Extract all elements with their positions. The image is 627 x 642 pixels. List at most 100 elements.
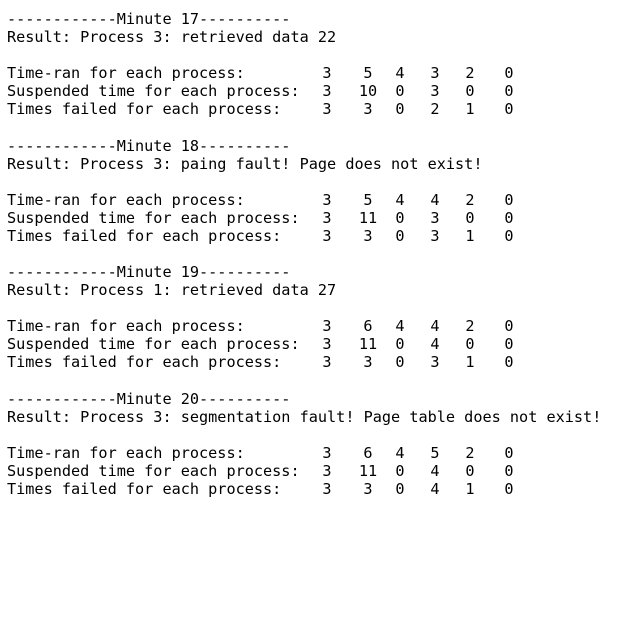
process-value: 0 — [504, 353, 514, 371]
process-value: 0 — [504, 443, 514, 462]
process-value: 3 — [322, 479, 332, 498]
process-value: 3 — [322, 317, 332, 335]
time-ran-row: Time-ran for each process: 3 6 4 5 2 0 — [7, 444, 514, 462]
process-value: 0 — [504, 335, 514, 353]
process-value: 0 — [465, 82, 475, 100]
process-value: 3 — [322, 335, 332, 353]
minute-block: ------------Minute 17---------- Result: … — [7, 10, 623, 137]
times-failed-row: Times failed for each process: 3 3 0 3 1… — [7, 227, 514, 245]
process-value: 3 — [430, 82, 440, 100]
process-value: 0 — [395, 82, 405, 100]
suspended-time-row: Suspended time for each process: 3 11 0 … — [7, 462, 514, 480]
row-label: Time-ran for each process: — [7, 317, 245, 335]
times-failed-row: Times failed for each process: 3 3 0 2 1… — [7, 100, 514, 118]
process-value: 0 — [504, 317, 514, 335]
process-value: 4 — [430, 479, 440, 498]
process-value: 0 — [395, 226, 405, 245]
process-value: 1 — [465, 353, 475, 371]
row-label: Times failed for each process: — [7, 479, 282, 498]
process-value: 0 — [504, 190, 514, 209]
row-label: Suspended time for each process: — [7, 335, 300, 353]
row-label: Time-ran for each process: — [7, 443, 245, 462]
process-value: 0 — [465, 208, 475, 227]
times-failed-row: Times failed for each process: 3 3 0 4 1… — [7, 480, 514, 498]
process-value: 3 — [430, 208, 440, 227]
result-line: Result: Process 1: retrieved data 27 — [7, 281, 337, 299]
process-value: 2 — [465, 190, 475, 209]
process-value: 3 — [430, 226, 440, 245]
process-value: 0 — [504, 226, 514, 245]
process-value: 3 — [322, 208, 332, 227]
terminal-output: ------------Minute 17---------- Result: … — [7, 10, 623, 516]
row-label: Time-ran for each process: — [7, 64, 245, 82]
process-value: 10 — [358, 82, 378, 100]
process-value: 0 — [465, 335, 475, 353]
time-ran-row: Time-ran for each process: 3 5 4 4 2 0 — [7, 191, 514, 209]
minute-header: ------------Minute 17---------- — [7, 10, 291, 28]
process-value: 0 — [504, 64, 514, 82]
process-value: 3 — [322, 190, 332, 209]
process-value: 4 — [430, 461, 440, 480]
process-value: 3 — [363, 353, 373, 371]
process-value: 3 — [363, 479, 373, 498]
process-value: 1 — [465, 100, 475, 118]
process-value: 2 — [465, 64, 475, 82]
process-value: 3 — [322, 443, 332, 462]
minute-header: ------------Minute 19---------- — [7, 263, 291, 281]
process-value: 0 — [395, 335, 405, 353]
result-line: Result: Process 3: retrieved data 22 — [7, 28, 337, 46]
process-value: 0 — [504, 82, 514, 100]
process-value: 6 — [363, 443, 373, 462]
minute-header: ------------Minute 20---------- — [7, 389, 291, 408]
process-value: 11 — [358, 461, 378, 480]
minute-header: ------------Minute 18---------- — [7, 136, 291, 155]
process-value: 0 — [395, 479, 405, 498]
row-label: Time-ran for each process: — [7, 190, 245, 209]
process-value: 5 — [430, 443, 440, 462]
row-label: Suspended time for each process: — [7, 82, 300, 100]
process-value: 0 — [395, 100, 405, 118]
process-value: 2 — [465, 443, 475, 462]
process-value: 2 — [430, 100, 440, 118]
process-value: 4 — [430, 335, 440, 353]
minute-block: ------------Minute 20---------- Result: … — [7, 390, 623, 517]
process-value: 0 — [504, 100, 514, 118]
row-label: Times failed for each process: — [7, 226, 282, 245]
process-value: 4 — [395, 190, 405, 209]
row-label: Times failed for each process: — [7, 353, 282, 371]
process-value: 3 — [322, 82, 332, 100]
result-line: Result: Process 3: paing fault! Page doe… — [7, 154, 483, 173]
process-value: 4 — [395, 443, 405, 462]
process-value: 3 — [322, 353, 332, 371]
process-value: 3 — [322, 100, 332, 118]
process-value: 0 — [465, 461, 475, 480]
process-value: 1 — [465, 479, 475, 498]
process-value: 3 — [322, 64, 332, 82]
process-value: 3 — [363, 100, 373, 118]
process-value: 4 — [430, 190, 440, 209]
process-value: 3 — [322, 226, 332, 245]
process-value: 11 — [358, 208, 378, 227]
process-value: 4 — [395, 64, 405, 82]
times-failed-row: Times failed for each process: 3 3 0 3 1… — [7, 353, 514, 371]
row-label: Suspended time for each process: — [7, 208, 300, 227]
process-value: 0 — [395, 461, 405, 480]
process-value: 0 — [504, 479, 514, 498]
suspended-time-row: Suspended time for each process: 3 10 0 … — [7, 82, 514, 100]
time-ran-row: Time-ran for each process: 3 6 4 4 2 0 — [7, 317, 514, 335]
process-value: 0 — [504, 208, 514, 227]
process-value: 3 — [363, 226, 373, 245]
process-value: 0 — [504, 461, 514, 480]
process-value: 2 — [465, 317, 475, 335]
suspended-time-row: Suspended time for each process: 3 11 0 … — [7, 209, 514, 227]
suspended-time-row: Suspended time for each process: 3 11 0 … — [7, 335, 514, 353]
process-value: 1 — [465, 226, 475, 245]
process-value: 5 — [363, 190, 373, 209]
minute-block: ------------Minute 19---------- Result: … — [7, 263, 623, 390]
process-value: 3 — [322, 461, 332, 480]
process-value: 6 — [363, 317, 373, 335]
result-line: Result: Process 3: segmentation fault! P… — [7, 407, 602, 426]
process-value: 5 — [363, 64, 373, 82]
process-value: 11 — [358, 335, 378, 353]
process-value: 4 — [430, 317, 440, 335]
